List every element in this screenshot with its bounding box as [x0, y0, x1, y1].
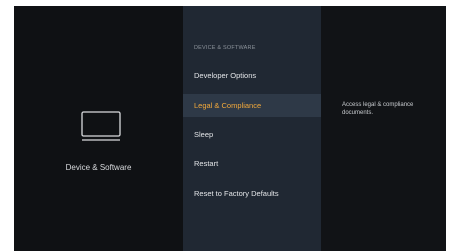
- menu-item-label: Restart: [194, 159, 219, 168]
- category-label: Device & Software: [65, 163, 132, 172]
- menu-item-label: Developer Options: [194, 71, 257, 80]
- item-description: Access legal & compliance documents.: [342, 102, 414, 116]
- settings-screen: Device & Software DEVICE & SOFTWARE Deve…: [14, 6, 446, 251]
- menu-item-developer-options[interactable]: Developer Options: [183, 64, 321, 87]
- menu-heading: DEVICE & SOFTWARE: [194, 45, 256, 51]
- description-panel: Access legal & compliance documents.: [321, 6, 446, 251]
- settings-menu: DEVICE & SOFTWARE Developer Options Lega…: [183, 6, 321, 251]
- menu-item-sleep[interactable]: Sleep: [183, 123, 321, 146]
- menu-item-label: Reset to Factory Defaults: [194, 189, 279, 198]
- category-panel: Device & Software: [14, 6, 183, 251]
- menu-item-label: Legal & Compliance: [194, 101, 262, 110]
- menu-item-label: Sleep: [194, 130, 214, 139]
- menu-item-restart[interactable]: Restart: [183, 152, 321, 175]
- tv-icon: [81, 111, 121, 141]
- menu-item-reset-factory-defaults[interactable]: Reset to Factory Defaults: [183, 182, 321, 205]
- menu-item-legal-compliance[interactable]: Legal & Compliance: [183, 94, 321, 117]
